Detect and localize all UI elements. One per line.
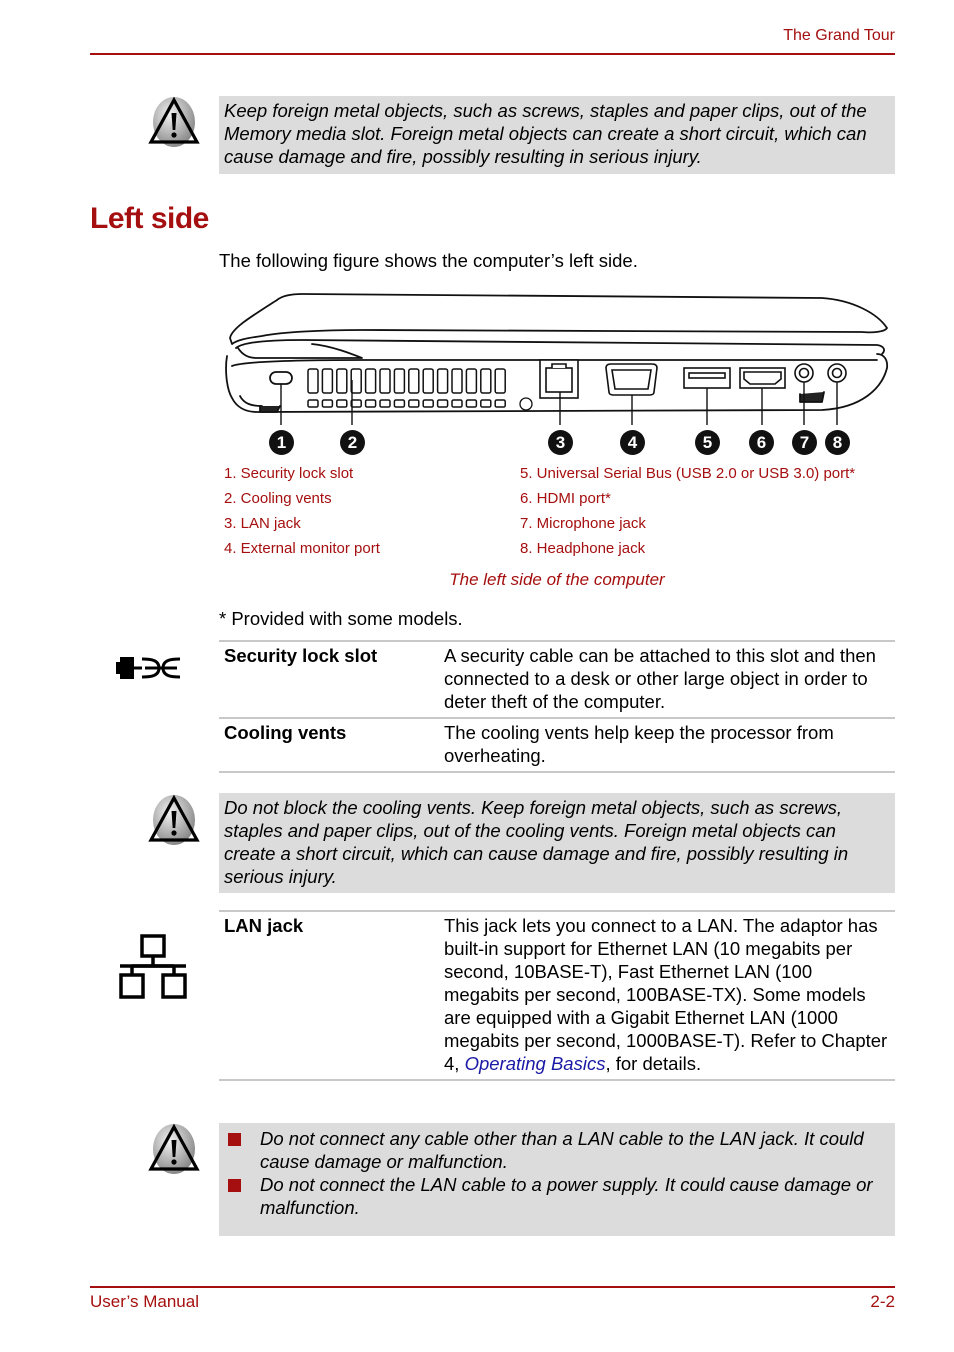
header-rule: [90, 53, 895, 55]
vent-slot: [379, 368, 391, 394]
callout-3: 3: [548, 430, 573, 455]
vent-slot: [393, 368, 406, 394]
vent-slot-small: [364, 399, 377, 408]
table-row: LAN jack This jack lets you connect to a…: [219, 912, 895, 1081]
vent-slot-small: [494, 399, 506, 408]
vent-slot: [436, 368, 449, 394]
vent-slot: [364, 368, 377, 394]
operating-basics-link[interactable]: Operating Basics: [465, 1053, 606, 1074]
vent-slot-small: [408, 399, 420, 408]
vent-slot-small: [350, 399, 362, 408]
callout-7: 7: [792, 430, 817, 455]
vent-slot: [350, 368, 362, 394]
vent-slot-small: [436, 399, 449, 408]
vent-slot-small: [393, 399, 406, 408]
figure-legend-right: 5. Universal Serial Bus (USB 2.0 or USB …: [520, 461, 855, 561]
footer-rule: [90, 1286, 895, 1288]
spec-table-security-cooling: Security lock slot A security cable can …: [219, 640, 895, 773]
vent-slot-small: [451, 399, 463, 408]
callout-5: 5: [695, 430, 720, 455]
page-number: 2-2: [870, 1292, 895, 1311]
spec-description: A security cable can be attached to this…: [444, 645, 876, 712]
vent-slot-small: [336, 399, 348, 408]
warning-bullet: Do not connect the LAN cable to a power …: [224, 1173, 891, 1219]
vent-slot: [408, 368, 420, 394]
warning-text: Keep foreign metal objects, such as scre…: [224, 100, 867, 167]
warning-icon: [148, 1123, 200, 1174]
legend-item: 5. Universal Serial Bus (USB 2.0 or USB …: [520, 465, 856, 482]
callout-2: 2: [340, 430, 365, 455]
legend-item: 8. Headphone jack: [520, 540, 646, 557]
warning-box-cooling-vents: Do not block the cooling vents. Keep for…: [219, 793, 895, 893]
warning-text: Do not connect the LAN cable to a power …: [260, 1174, 873, 1218]
vent-slot: [451, 368, 463, 394]
section-intro: The following figure shows the computer’…: [219, 250, 638, 271]
desc-text: This jack lets you connect to a LAN. The…: [444, 915, 888, 1074]
warning-bullet: Do not connect any cable other than a LA…: [224, 1127, 891, 1173]
callout-6: 6: [749, 430, 774, 455]
lan-network-icon: [119, 934, 187, 999]
desc-text: , for details.: [605, 1053, 702, 1074]
warning-box-memory-slot: Keep foreign metal objects, such as scre…: [219, 96, 895, 174]
vent-slot-small: [321, 399, 334, 408]
spec-term: Cooling vents: [224, 722, 347, 743]
legend-item: 4. External monitor port: [224, 540, 380, 557]
vent-slot-small: [422, 399, 434, 408]
spec-description: This jack lets you connect to a LAN. The…: [444, 914, 895, 1075]
running-header: The Grand Tour: [783, 27, 895, 44]
vent-slot: [307, 368, 319, 394]
table-row: Security lock slot A security cable can …: [219, 642, 895, 719]
security-lock-icon: [116, 657, 181, 679]
spec-description: The cooling vents help keep the processo…: [444, 722, 834, 766]
vent-slot: [480, 368, 492, 394]
legend-item: 1. Security lock slot: [224, 465, 354, 482]
warning-box-lan: Do not connect any cable other than a LA…: [219, 1123, 895, 1236]
callout-8: 8: [825, 430, 850, 455]
vent-slot-small: [307, 399, 319, 408]
spec-term: LAN jack: [224, 915, 304, 936]
vent-slot: [422, 368, 434, 394]
bullet-square-icon: [228, 1179, 241, 1192]
vent-slot-small: [465, 399, 478, 408]
table-row: Cooling vents The cooling vents help kee…: [219, 719, 895, 773]
warning-text: Do not block the cooling vents. Keep for…: [224, 797, 849, 887]
section-title: Left side: [90, 202, 209, 235]
warning-icon: [148, 96, 200, 147]
spec-term: Security lock slot: [224, 645, 378, 666]
warning-text: Do not connect any cable other than a LA…: [260, 1128, 864, 1172]
legend-item: 7. Microphone jack: [520, 515, 646, 532]
footer-manual-title: User’s Manual: [90, 1292, 199, 1311]
warning-icon: [148, 794, 200, 845]
spec-table-lan: LAN jack This jack lets you connect to a…: [219, 910, 895, 1081]
legend-item: 6. HDMI port*: [520, 490, 611, 507]
vent-slot-small: [379, 399, 391, 408]
bullet-square-icon: [228, 1133, 241, 1146]
figure-legend-left: 1. Security lock slot 2. Cooling vents 3…: [224, 461, 380, 561]
callout-4: 4: [620, 430, 645, 455]
vent-slot: [465, 368, 478, 394]
vent-slot-small: [480, 399, 492, 408]
vent-slot: [494, 368, 506, 394]
figure-caption: The left side of the computer: [449, 570, 665, 589]
vent-slot: [336, 368, 348, 394]
callout-1: 1: [269, 430, 294, 455]
vent-slot: [321, 368, 334, 394]
legend-item: 2. Cooling vents: [224, 490, 332, 507]
footnote: * Provided with some models.: [219, 608, 463, 629]
legend-item: 3. LAN jack: [224, 515, 301, 532]
